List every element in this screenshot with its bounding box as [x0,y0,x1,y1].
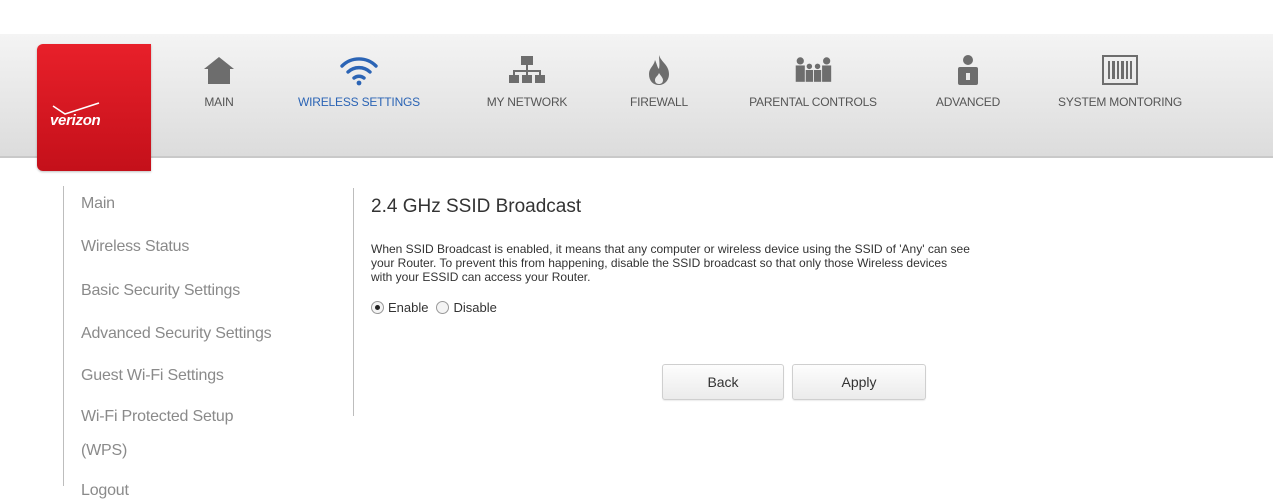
nav-advanced-label: ADVANCED [935,95,1001,109]
nav-main[interactable]: MAIN [184,57,254,162]
sidebar-item-guest-wifi-settings[interactable]: Guest Wi-Fi Settings [81,363,224,389]
ssid-broadcast-description: When SSID Broadcast is enabled, it means… [371,242,1241,284]
main-content: 2.4 GHz SSID Broadcast When SSID Broadca… [371,196,1251,315]
sidebar-item-wireless-status[interactable]: Wireless Status [81,234,189,260]
description-line-2: your Router. To prevent this from happen… [371,256,948,270]
apply-button[interactable]: Apply [792,364,926,400]
family-icon [793,52,833,88]
content-divider [353,188,354,416]
nav-advanced[interactable]: ADVANCED [922,55,1014,162]
nav-my-network-label: MY NETWORK [486,95,568,109]
disable-radio[interactable] [436,301,450,314]
nav-parental-controls[interactable]: PARENTAL CONTROLS [732,57,894,162]
network-icon [507,52,547,88]
fire-icon [639,52,679,88]
description-line-1: When SSID Broadcast is enabled, it means… [371,242,970,256]
wifi-icon [339,52,379,88]
brand-name: verizon [50,112,101,129]
nav-wireless-settings-label: WIRELESS SETTINGS [298,95,420,109]
enable-radio[interactable] [371,301,384,314]
nav-firewall[interactable]: FIREWALL [618,55,700,162]
back-button[interactable]: Back [662,364,784,400]
sidebar: Main Wireless Status Basic Security Sett… [63,186,364,499]
sidebar-item-wps-suffix[interactable]: (WPS) [81,438,127,464]
description-line-3: with your ESSID can access your Router. [371,270,591,284]
sidebar-item-wps[interactable]: Wi-Fi Protected Setup [81,404,234,430]
sidebar-item-advanced-security-settings[interactable]: Advanced Security Settings [81,321,272,347]
sidebar-item-logout[interactable]: Logout [81,478,129,504]
page-title: 2.4 GHz SSID Broadcast [371,196,582,217]
sidebar-item-basic-security-settings[interactable]: Basic Security Settings [81,278,240,304]
ssid-broadcast-options: Enable Disable [371,300,1251,315]
top-nav-bar: verizon MAIN WIRELESS SETTINGS MY NETWOR… [0,34,1273,171]
nav-my-network[interactable]: MY NETWORK [472,56,582,162]
nav-parental-controls-label: PARENTAL CONTROLS [749,95,877,109]
nav-firewall-label: FIREWALL [630,95,688,109]
enable-radio-label[interactable]: Enable [388,300,428,315]
sidebar-item-main[interactable]: Main [81,191,115,217]
disable-radio-label[interactable]: Disable [453,300,496,315]
home-icon [199,52,239,88]
nav-wireless-settings[interactable]: WIRELESS SETTINGS [282,57,436,162]
nav-system-monitoring-label: SYSTEM MONTORING [1058,95,1182,109]
lock-person-icon [948,52,988,88]
verizon-logo[interactable]: verizon [37,44,151,171]
nav-main-label: MAIN [204,95,234,109]
nav-system-monitoring[interactable]: SYSTEM MONTORING [1038,55,1202,162]
barcode-icon [1100,52,1140,88]
